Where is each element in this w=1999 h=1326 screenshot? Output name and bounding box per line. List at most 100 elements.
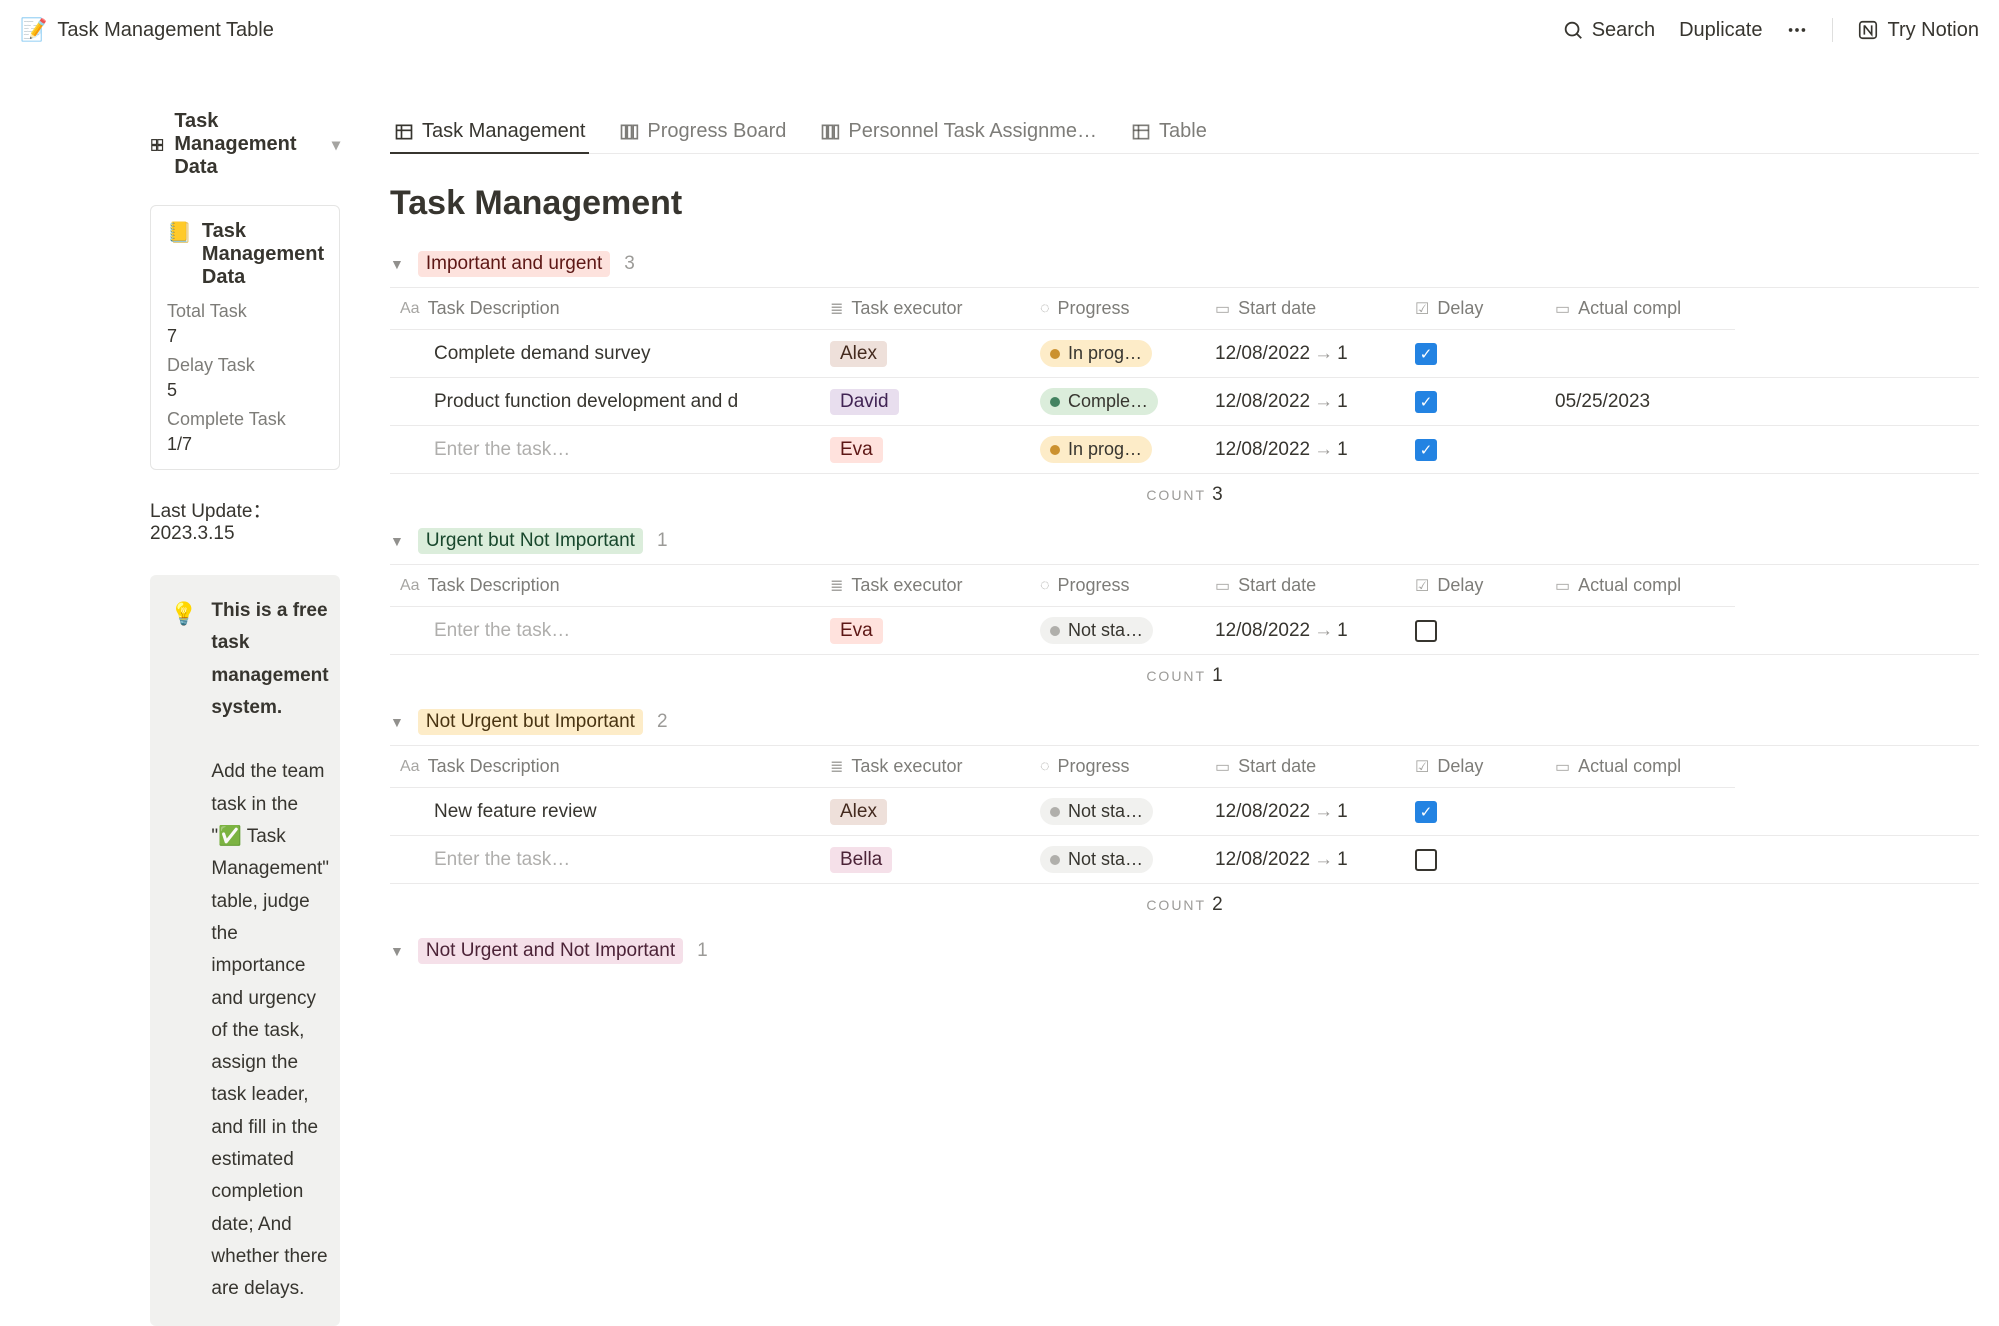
cell-start[interactable]: 12/08/2022 → 1	[1205, 378, 1405, 425]
delay-checkbox[interactable]	[1415, 849, 1437, 871]
view-tab[interactable]: Progress Board	[615, 110, 790, 153]
cell-executor[interactable]: Alex	[820, 788, 1030, 835]
col-executor[interactable]: ≣Task executor	[820, 746, 1030, 788]
table-row[interactable]: New feature reviewAlexNot sta…12/08/2022…	[390, 788, 1979, 836]
group-header[interactable]: ▼Not Urgent and Not Important1	[390, 938, 1979, 964]
search-button[interactable]: Search	[1562, 19, 1655, 42]
group-toggle-icon[interactable]: ▼	[390, 533, 404, 549]
cell-desc[interactable]: New feature review	[390, 788, 820, 835]
cell-desc[interactable]: Enter the task…	[390, 836, 820, 883]
group: ▼Urgent but Not Important1 AaTask Descrip…	[390, 528, 1979, 697]
cell-executor[interactable]: Alex	[820, 330, 1030, 377]
table-row[interactable]: Product function development and dDavidC…	[390, 378, 1979, 426]
cell-actual[interactable]	[1545, 426, 1735, 473]
card-title: Task Management Data	[202, 220, 324, 289]
delay-checkbox[interactable]: ✓	[1415, 343, 1437, 365]
status-pill: In prog…	[1040, 340, 1152, 367]
summary-card[interactable]: 📒 Task Management Data Total Task 7 Dela…	[150, 205, 340, 470]
page-title: Task Management Table	[57, 19, 273, 42]
delay-checkbox[interactable]: ✓	[1415, 801, 1437, 823]
group-toggle-icon[interactable]: ▼	[390, 256, 404, 272]
table-row[interactable]: Enter the task…EvaIn prog…12/08/2022 → 1…	[390, 426, 1979, 474]
cell-delay[interactable]: ✓	[1405, 788, 1545, 835]
cell-executor[interactable]: David	[820, 378, 1030, 425]
group-toggle-icon[interactable]: ▼	[390, 714, 404, 730]
group-header[interactable]: ▼Important and urgent3	[390, 251, 1979, 277]
status-pill: Not sta…	[1040, 617, 1153, 644]
cell-actual[interactable]	[1545, 788, 1735, 835]
col-actual[interactable]: ▭Actual compl	[1545, 746, 1735, 788]
duplicate-button[interactable]: Duplicate	[1679, 19, 1762, 42]
cell-executor[interactable]: Bella	[820, 836, 1030, 883]
cell-progress[interactable]: In prog…	[1030, 426, 1205, 473]
cell-start[interactable]: 12/08/2022 → 1	[1205, 788, 1405, 835]
try-notion-button[interactable]: Try Notion	[1857, 19, 1979, 42]
col-desc[interactable]: AaTask Description	[390, 746, 820, 788]
cell-start[interactable]: 12/08/2022 → 1	[1205, 426, 1405, 473]
linked-db-heading[interactable]: Task Management Data ▾	[150, 110, 340, 179]
more-button[interactable]	[1786, 19, 1808, 41]
delay-checkbox[interactable]	[1415, 620, 1437, 642]
col-progress[interactable]: ◌Progress	[1030, 565, 1205, 607]
checkbox-icon: ☑	[1415, 299, 1429, 319]
group-toggle-icon[interactable]: ▼	[390, 943, 404, 959]
col-desc[interactable]: AaTask Description	[390, 565, 820, 607]
status-dot-icon	[1050, 349, 1060, 359]
cell-desc[interactable]: Complete demand survey	[390, 330, 820, 377]
col-executor[interactable]: ≣Task executor	[820, 288, 1030, 330]
cell-actual[interactable]	[1545, 607, 1735, 654]
cell-progress[interactable]: In prog…	[1030, 330, 1205, 377]
list-icon: ≣	[830, 299, 843, 319]
cell-desc[interactable]: Product function development and d	[390, 378, 820, 425]
delay-checkbox[interactable]: ✓	[1415, 439, 1437, 461]
view-tab[interactable]: Task Management	[390, 110, 589, 153]
col-actual[interactable]: ▭Actual compl	[1545, 288, 1735, 330]
status-icon: ◌	[1040, 300, 1050, 318]
last-update-label: Last Update：	[150, 501, 271, 522]
col-delay[interactable]: ☑Delay	[1405, 746, 1545, 788]
cell-start[interactable]: 12/08/2022 → 1	[1205, 607, 1405, 654]
info-callout: 💡 This is a free task management system.…	[150, 575, 340, 1326]
cell-actual[interactable]	[1545, 330, 1735, 377]
cell-executor[interactable]: Eva	[820, 426, 1030, 473]
breadcrumb[interactable]: 📝 Task Management Table	[20, 17, 274, 43]
col-progress[interactable]: ◌Progress	[1030, 288, 1205, 330]
col-start[interactable]: ▭Start date	[1205, 288, 1405, 330]
delay-checkbox[interactable]: ✓	[1415, 391, 1437, 413]
cell-delay[interactable]	[1405, 607, 1545, 654]
cell-delay[interactable]: ✓	[1405, 378, 1545, 425]
cell-actual[interactable]	[1545, 836, 1735, 883]
notebook-icon: 📒	[167, 220, 192, 245]
cell-delay[interactable]	[1405, 836, 1545, 883]
cell-progress[interactable]: Comple…	[1030, 378, 1205, 425]
col-start[interactable]: ▭Start date	[1205, 565, 1405, 607]
cell-progress[interactable]: Not sta…	[1030, 788, 1205, 835]
cell-delay[interactable]: ✓	[1405, 330, 1545, 377]
col-executor[interactable]: ≣Task executor	[820, 565, 1030, 607]
cell-desc[interactable]: Enter the task…	[390, 607, 820, 654]
col-actual[interactable]: ▭Actual compl	[1545, 565, 1735, 607]
group-header[interactable]: ▼Not Urgent but Important2	[390, 709, 1979, 735]
cell-executor[interactable]: Eva	[820, 607, 1030, 654]
chevron-down-icon[interactable]: ▾	[332, 135, 340, 155]
view-tab[interactable]: Table	[1127, 110, 1211, 153]
cell-progress[interactable]: Not sta…	[1030, 836, 1205, 883]
cell-delay[interactable]: ✓	[1405, 426, 1545, 473]
col-delay[interactable]: ☑Delay	[1405, 565, 1545, 607]
cell-desc[interactable]: Enter the task…	[390, 426, 820, 473]
view-tab[interactable]: Personnel Task Assignme…	[816, 110, 1101, 153]
col-delay[interactable]: ☑Delay	[1405, 288, 1545, 330]
cell-actual[interactable]: 05/25/2023	[1545, 378, 1735, 425]
col-progress[interactable]: ◌Progress	[1030, 746, 1205, 788]
database-title[interactable]: Task Management	[390, 184, 1979, 223]
table-row[interactable]: Enter the task…Eva Not sta… 12/08/2022 → 1	[390, 607, 1979, 655]
cell-start[interactable]: 12/08/2022 → 1	[1205, 836, 1405, 883]
col-start[interactable]: ▭Start date	[1205, 746, 1405, 788]
text-icon: Aa	[400, 577, 420, 595]
cell-start[interactable]: 12/08/2022 → 1	[1205, 330, 1405, 377]
table-row[interactable]: Enter the task…BellaNot sta…12/08/2022 →…	[390, 836, 1979, 884]
col-desc[interactable]: AaTask Description	[390, 288, 820, 330]
group-header[interactable]: ▼Urgent but Not Important1	[390, 528, 1979, 554]
cell-progress[interactable]: Not sta…	[1030, 607, 1205, 654]
table-row[interactable]: Complete demand surveyAlex In prog… 12/08/…	[390, 330, 1979, 378]
